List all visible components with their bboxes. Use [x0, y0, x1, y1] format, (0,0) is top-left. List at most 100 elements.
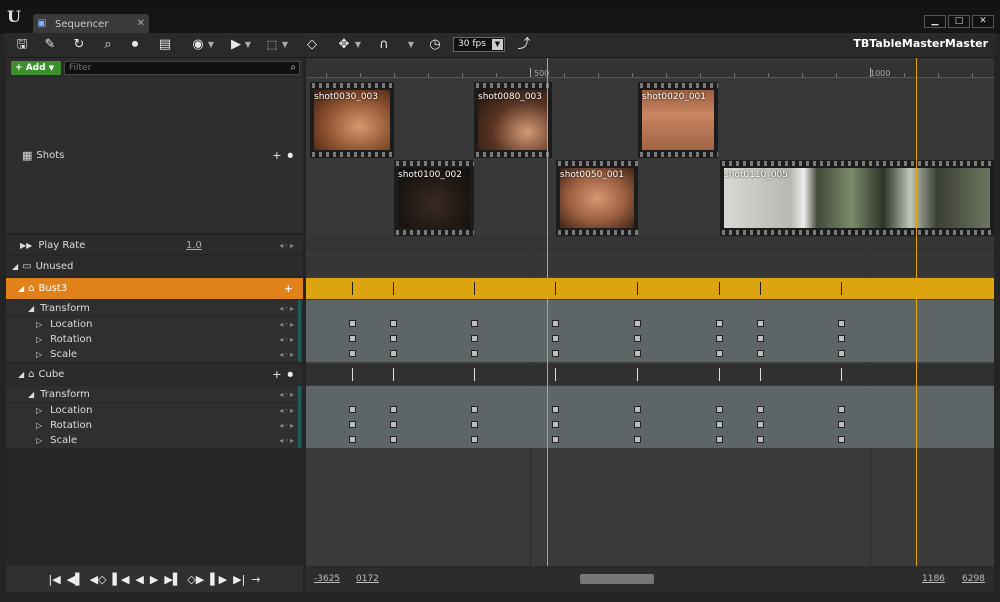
- bust3-location-row[interactable]: ▷ Location ◂◦▸: [6, 317, 303, 332]
- section-key-tick[interactable]: [841, 368, 842, 381]
- camera-icon[interactable]: ⏺: [288, 368, 294, 382]
- step-forward-icon[interactable]: ▶▌: [164, 573, 181, 586]
- keyframe[interactable]: [349, 436, 356, 443]
- curve-icon[interactable]: ⤴: [514, 36, 534, 54]
- key-nav-icon[interactable]: ◂◦▸: [279, 304, 295, 313]
- keyframe[interactable]: [757, 421, 764, 428]
- keyframe[interactable]: [838, 335, 845, 342]
- cube-actor-row[interactable]: ◢ ⌂ Cube + ⏺: [6, 364, 303, 385]
- keyframe[interactable]: [634, 406, 641, 413]
- key-nav-icon[interactable]: ◂◦▸: [279, 406, 295, 415]
- key-nav-icon[interactable]: ◂◦▸: [279, 241, 295, 250]
- transform-icon[interactable]: ✥: [334, 36, 354, 54]
- play-rate-value[interactable]: 1.0: [186, 240, 202, 251]
- shot-clip[interactable]: shot0080_003: [474, 82, 552, 158]
- view-end-value[interactable]: 6298: [962, 574, 985, 584]
- keyframe[interactable]: [838, 320, 845, 327]
- eye-icon[interactable]: ◉: [187, 36, 209, 54]
- jump-start-icon[interactable]: |◀: [48, 573, 60, 586]
- keyframe[interactable]: [471, 436, 478, 443]
- keyframe[interactable]: [838, 436, 845, 443]
- loop-icon[interactable]: →: [251, 573, 260, 586]
- shot-clip[interactable]: shot0100_002: [394, 160, 474, 236]
- keyframe[interactable]: [349, 406, 356, 413]
- keyframe[interactable]: [634, 320, 641, 327]
- keyframe[interactable]: [757, 320, 764, 327]
- play-reverse-icon[interactable]: ◀: [135, 573, 143, 586]
- play-rate-row[interactable]: ▶▶ Play Rate 1.0 ◂◦▸: [6, 236, 303, 254]
- shots-track-row[interactable]: ▦ Shots + ⏺: [6, 78, 303, 234]
- keyframe[interactable]: [471, 320, 478, 327]
- keyframe[interactable]: [757, 350, 764, 357]
- keyframe[interactable]: [349, 335, 356, 342]
- key-icon[interactable]: ◇: [302, 36, 322, 54]
- tab-sequencer[interactable]: ▣ Sequencer ✕: [33, 14, 149, 34]
- keyframe[interactable]: [349, 350, 356, 357]
- bust3-scale-row[interactable]: ▷ Scale ◂◦▸: [6, 347, 303, 362]
- magnet-icon[interactable]: ∩: [374, 36, 394, 54]
- section-key-tick[interactable]: [555, 368, 556, 381]
- section-key-tick[interactable]: [719, 282, 720, 295]
- keyframe[interactable]: [716, 350, 723, 357]
- save-as-icon[interactable]: ✎: [40, 36, 60, 54]
- camera-icon[interactable]: ⏺: [124, 36, 146, 54]
- keyframe[interactable]: [757, 406, 764, 413]
- cube-rotation-row[interactable]: ▷ Rotation ◂◦▸: [6, 418, 303, 433]
- keyframe[interactable]: [390, 320, 397, 327]
- section-key-tick[interactable]: [637, 368, 638, 381]
- add-track-icon[interactable]: +: [284, 282, 293, 295]
- add-icon[interactable]: +: [272, 368, 281, 382]
- time-ruler[interactable]: 500 1000: [306, 58, 994, 78]
- keyframe[interactable]: [552, 421, 559, 428]
- minimize-button[interactable]: ▁: [924, 15, 946, 28]
- keyframe[interactable]: [552, 406, 559, 413]
- bust3-rotation-row[interactable]: ▷ Rotation ◂◦▸: [6, 332, 303, 347]
- range-start-value[interactable]: 0172: [356, 574, 379, 584]
- chevron-down-icon[interactable]: ▼: [407, 36, 415, 54]
- maximize-button[interactable]: □: [948, 15, 970, 28]
- next-key-icon[interactable]: ◇▶: [187, 573, 204, 586]
- bust3-section[interactable]: [306, 278, 994, 299]
- keyframe[interactable]: [552, 350, 559, 357]
- section-key-tick[interactable]: [474, 282, 475, 295]
- prev-shot-icon[interactable]: ◀▌: [67, 573, 84, 586]
- section-key-tick[interactable]: [760, 282, 761, 295]
- keyframe[interactable]: [390, 406, 397, 413]
- step-back-icon[interactable]: ▌◀: [113, 573, 130, 586]
- keyframe[interactable]: [349, 421, 356, 428]
- keyframe[interactable]: [716, 406, 723, 413]
- key-nav-icon[interactable]: ◂◦▸: [279, 390, 295, 399]
- view-start-value[interactable]: -3625: [314, 574, 340, 584]
- key-nav-icon[interactable]: ◂◦▸: [279, 421, 295, 430]
- filter-input[interactable]: Filter ⌕: [64, 61, 300, 75]
- camera-icon[interactable]: ⏺: [288, 149, 294, 163]
- prev-key-icon[interactable]: ◀◇: [90, 573, 107, 586]
- keyframe[interactable]: [552, 320, 559, 327]
- bust3-transform-row[interactable]: ◢ Transform ◂◦▸: [6, 300, 303, 316]
- section-key-tick[interactable]: [352, 282, 353, 295]
- keyframe[interactable]: [634, 335, 641, 342]
- fps-select[interactable]: 30 fps ▼: [453, 37, 505, 52]
- section-key-tick[interactable]: [474, 368, 475, 381]
- save-icon[interactable]: 🖫: [12, 36, 32, 54]
- keyframe[interactable]: [634, 421, 641, 428]
- keyframe[interactable]: [471, 421, 478, 428]
- playback-end-marker[interactable]: [916, 58, 917, 566]
- cube-scale-row[interactable]: ▷ Scale ◂◦▸: [6, 433, 303, 448]
- key-nav-icon[interactable]: ◂◦▸: [279, 350, 295, 359]
- close-icon[interactable]: ✕: [137, 18, 145, 29]
- range-end-value[interactable]: 1186: [922, 574, 945, 584]
- shot-clip[interactable]: shot0050_001: [556, 160, 638, 236]
- keyframe[interactable]: [634, 436, 641, 443]
- add-icon[interactable]: +: [272, 149, 281, 163]
- refresh-icon[interactable]: ↻: [69, 36, 89, 54]
- keyframe[interactable]: [471, 335, 478, 342]
- cube-transform-row[interactable]: ◢ Transform ◂◦▸: [6, 386, 303, 402]
- keyframe[interactable]: [471, 406, 478, 413]
- bust3-actor-row[interactable]: ◢ ⌂ Bust3 +: [6, 278, 303, 299]
- section-key-tick[interactable]: [760, 368, 761, 381]
- keyframe[interactable]: [716, 436, 723, 443]
- section-key-tick[interactable]: [352, 368, 353, 381]
- keyframe[interactable]: [552, 335, 559, 342]
- search-icon[interactable]: ⌕: [98, 36, 118, 54]
